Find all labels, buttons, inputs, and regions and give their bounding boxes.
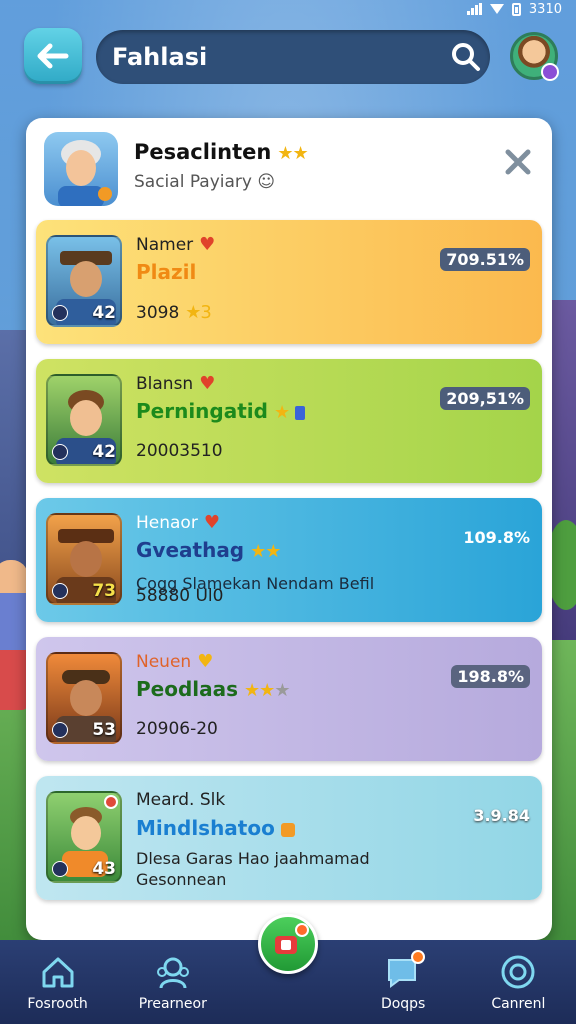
star-icon: ★3 (185, 302, 212, 323)
notification-dot (294, 923, 309, 937)
gem-icon (295, 405, 306, 420)
friend-card[interactable]: 42 Namer ♥ Plazil 3098 ★3 709.51% (36, 220, 542, 344)
friend-percent: 109.8% (463, 528, 530, 547)
friend-avatar: 43 (46, 791, 122, 883)
friend-card[interactable]: 43 Meard. Slk Mindlshatoo Dlesa Garas Ha… (36, 776, 542, 900)
level-badge-icon (52, 861, 68, 877)
wifi-icon (489, 4, 504, 14)
friend-percent: 198.8% (451, 665, 530, 688)
status-bar: 3310 (376, 0, 576, 18)
friend-status: Gveathag ★★ (136, 538, 281, 562)
level-badge-icon (52, 305, 68, 321)
level-badge-icon (52, 583, 68, 599)
gem-icon (280, 822, 295, 837)
friend-avatar: 42 (46, 235, 122, 327)
friend-description: Cogg Slamekan Nendam Befil (136, 574, 375, 593)
search-input[interactable] (112, 43, 451, 71)
hero-avatar[interactable] (44, 132, 118, 206)
heart-icon: ♥ (199, 373, 216, 394)
star-icon: ★ (273, 402, 290, 423)
compass-icon (501, 955, 535, 989)
bottom-nav: Fosrooth Prearneor Doqps Canrenl (0, 914, 576, 1024)
search-bar[interactable] (96, 30, 490, 84)
level-badge-icon (52, 722, 68, 738)
close-button[interactable] (498, 142, 538, 182)
friend-level: 42 (92, 442, 116, 462)
home-icon (42, 957, 74, 988)
friend-level: 73 (92, 581, 116, 601)
star-icon: ★★ (250, 541, 281, 562)
friend-description: Dlesa Garas Hao jaahmamad Gesonnean (136, 849, 370, 889)
friends-panel: Pesaclinten ★★ Sacial Payiary ☺ 42 Namer ♥… (26, 118, 552, 940)
heart-icon: ♥ (203, 512, 220, 533)
notification-dot (104, 795, 118, 809)
panel-subtitle: Sacial Payiary ☺ (134, 172, 276, 192)
friend-name: Blansn ♥ (136, 373, 216, 394)
friend-status: Peodlaas ★★★ (136, 677, 290, 701)
friend-card[interactable]: 42 Blansn ♥ Perningatid ★ 20003510 209,51% (36, 359, 542, 483)
title-stars-icon: ★★ (277, 143, 308, 164)
avatar-badge (541, 63, 559, 81)
level-badge-icon (52, 444, 68, 460)
nav-label: Fosrooth (27, 996, 88, 1012)
friend-avatar: 42 (46, 374, 122, 466)
nav-item-explore[interactable]: Canrenl (468, 940, 568, 1024)
nav-label: Canrenl (491, 996, 546, 1012)
friend-percent: 3.9.84 (473, 806, 530, 825)
panel-header: Pesaclinten ★★ Sacial Payiary ☺ (26, 118, 552, 216)
background-character (0, 560, 28, 710)
friend-percent: 209,51% (440, 387, 530, 410)
profile-avatar[interactable] (510, 32, 559, 81)
friend-stat: 20906-20 (136, 719, 218, 739)
header (24, 26, 559, 86)
heart-icon: ♥ (197, 651, 214, 672)
close-icon (505, 149, 531, 175)
friend-name: Henaor ♥ (136, 512, 220, 533)
panel-title: Pesaclinten ★★ (134, 140, 309, 164)
nav-item-home[interactable]: Fosrooth (8, 940, 108, 1024)
nav-label: Prearneor (138, 996, 207, 1012)
friend-status: Mindlshatoo (136, 816, 295, 840)
camera-button[interactable] (257, 914, 318, 974)
star-icon: ★★★ (244, 680, 290, 701)
heart-icon: ♥ (199, 234, 216, 255)
friend-level: 43 (92, 859, 116, 879)
nav-item-friends[interactable]: Prearneor (123, 940, 223, 1024)
friend-card[interactable]: 53 Neuen ♥ Peodlaas ★★★ 20906-20 198.8% (36, 637, 542, 761)
friend-stat: 20003510 (136, 441, 223, 461)
nav-label: Doqps (380, 996, 426, 1012)
friend-card[interactable]: 73 Henaor ♥ Gveathag ★★ 58880 Ul0 Cogg Sla… (36, 498, 542, 622)
back-arrow-icon (37, 43, 69, 69)
friend-name: Meard. Slk (136, 790, 226, 810)
nav-item-chat[interactable]: Doqps (353, 940, 453, 1024)
battery-icon (511, 2, 521, 16)
search-icon[interactable] (451, 40, 481, 74)
friend-name: Namer ♥ (136, 234, 216, 255)
back-button[interactable] (24, 28, 82, 84)
status-time: 3310 (528, 1, 562, 17)
friend-avatar: 53 (46, 652, 122, 744)
friend-list: 42 Namer ♥ Plazil 3098 ★3 709.51% 42 Blans… (36, 220, 542, 915)
friend-avatar: 73 (46, 513, 122, 605)
friend-status: Perningatid ★ (136, 399, 306, 423)
friend-level: 53 (92, 720, 116, 740)
friend-stat: 3098 ★3 (136, 302, 212, 323)
friend-name: Neuen ♥ (136, 651, 214, 672)
friend-status: Plazil (136, 260, 197, 284)
friends-icon (156, 957, 189, 989)
nav-item-camera[interactable] (238, 914, 338, 1024)
friend-level: 42 (92, 303, 116, 323)
signal-icon (466, 3, 482, 15)
friend-percent: 709.51% (440, 248, 530, 271)
